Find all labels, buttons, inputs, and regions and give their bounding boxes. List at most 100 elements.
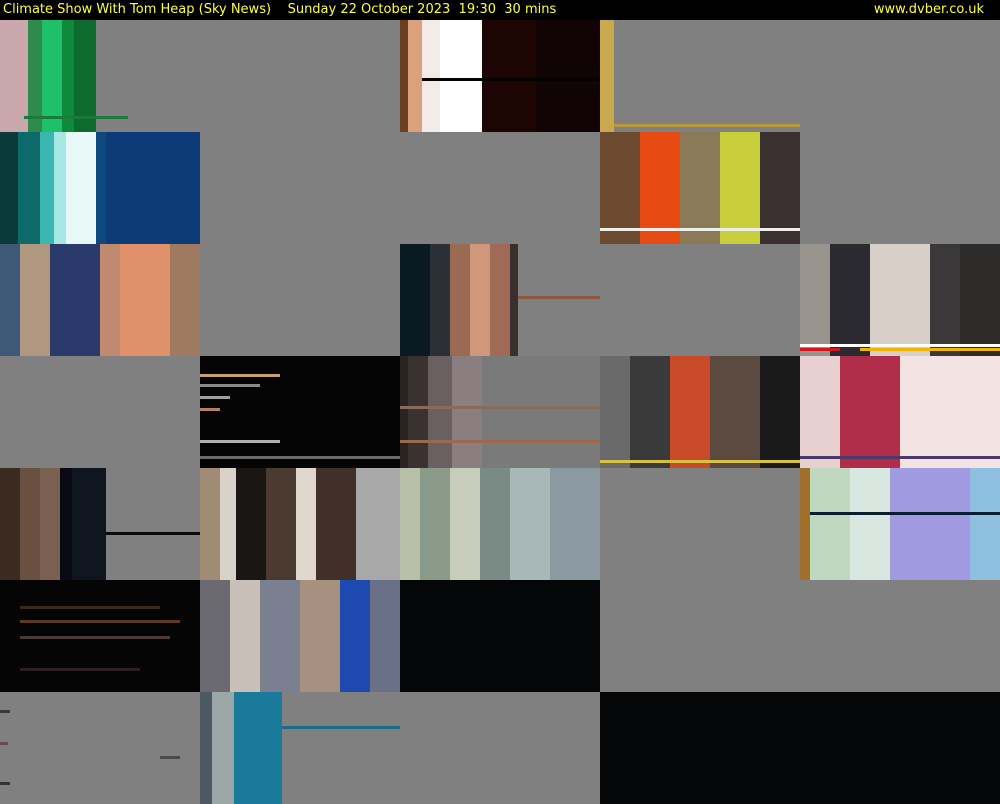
frame-stripe [600,20,614,132]
video-frame-thumbnail [600,468,800,580]
frame-line [600,228,800,231]
frame-stripe [960,244,1000,356]
frame-stripe [18,132,40,244]
frame-line [200,384,260,387]
frame-line [422,78,600,81]
frame-stripe [450,244,470,356]
thumbnail-grid [0,20,1000,804]
program-title: Climate Show With Tom Heap (Sky News) [3,2,272,17]
frame-line [800,456,1000,459]
frame-stripe [220,468,236,580]
video-frame-thumbnail [200,132,400,244]
frame-stripe [550,468,600,580]
video-frame-thumbnail [600,20,800,132]
frame-stripe [316,468,356,580]
video-frame-thumbnail [800,20,1000,132]
frame-stripe [0,468,20,580]
frame-stripe [800,356,840,468]
frame-stripe [200,580,230,692]
video-frame-thumbnail [200,356,400,468]
video-frame-thumbnail [0,356,200,468]
frame-stripe [20,244,50,356]
frame-stripe [830,244,870,356]
frame-stripe [370,580,400,692]
frame-stripe [230,580,260,692]
frame-line [200,440,280,443]
frame-stripe [510,244,518,356]
frame-stripe [930,244,960,356]
program-info: Climate Show With Tom Heap (Sky News) Su… [3,0,556,20]
frame-stripe [212,692,234,804]
frame-line [200,408,220,411]
frame-stripe [266,468,296,580]
frame-line [106,532,200,535]
frame-stripe [296,468,316,580]
video-frame-thumbnail [400,580,600,692]
frame-stripe [300,580,340,692]
frame-stripe [970,468,1000,580]
frame-line [0,782,10,785]
frame-stripe [600,356,630,468]
frame-stripe [510,468,550,580]
video-frame-thumbnail [0,244,200,356]
frame-line [518,296,600,299]
frame-stripe [420,468,450,580]
frame-stripe [536,20,600,132]
frame-stripe [40,132,54,244]
broadcast-date: Sunday 22 October 2023 [287,2,451,17]
video-frame-thumbnail [400,244,600,356]
frame-stripe [408,356,428,468]
frame-stripe [800,468,810,580]
frame-stripe [0,132,18,244]
frame-line [400,440,600,443]
video-frame-thumbnail [600,244,800,356]
video-frame-thumbnail [400,468,600,580]
video-frame-thumbnail [800,244,1000,356]
video-frame-thumbnail [800,692,1000,804]
frame-stripe [490,244,510,356]
video-frame-thumbnail [200,580,400,692]
video-frame-thumbnail [800,468,1000,580]
frame-line [20,636,170,639]
frame-stripe [480,468,510,580]
frame-stripe [106,132,200,244]
frame-line [200,374,280,377]
video-frame-thumbnail [400,356,600,468]
site-link[interactable]: www.dvber.co.uk [874,0,984,20]
frame-stripe [670,356,710,468]
video-frame-thumbnail [200,244,400,356]
frame-stripe [236,468,266,580]
frame-stripe [50,244,100,356]
frame-stripe [340,580,370,692]
frame-line [860,348,1000,351]
video-frame-thumbnail [400,20,600,132]
frame-stripe [400,244,430,356]
frame-line [160,756,180,759]
frame-line [20,620,180,623]
frame-stripe [96,132,106,244]
video-frame-thumbnail [800,132,1000,244]
frame-stripe [810,468,850,580]
frame-line [800,348,840,351]
frame-stripe [260,580,300,692]
video-frame-thumbnail [600,580,800,692]
frame-stripe [630,356,670,468]
video-frame-thumbnail [200,468,400,580]
frame-line [200,396,230,399]
frame-stripe [710,356,760,468]
title-bar: Climate Show With Tom Heap (Sky News) Su… [0,0,1000,20]
video-frame-thumbnail [400,132,600,244]
frame-stripe [850,468,890,580]
frame-stripe [840,356,900,468]
frame-stripe [0,244,20,356]
frame-line [600,460,800,463]
video-frame-thumbnail [0,580,200,692]
broadcast-time: 19:30 [458,2,497,17]
video-frame-thumbnail [0,20,200,132]
frame-stripe [200,468,220,580]
frame-line [20,668,140,671]
frame-stripe [890,468,970,580]
frame-stripe [66,132,96,244]
video-frame-thumbnail [0,468,200,580]
frame-stripe [470,244,490,356]
